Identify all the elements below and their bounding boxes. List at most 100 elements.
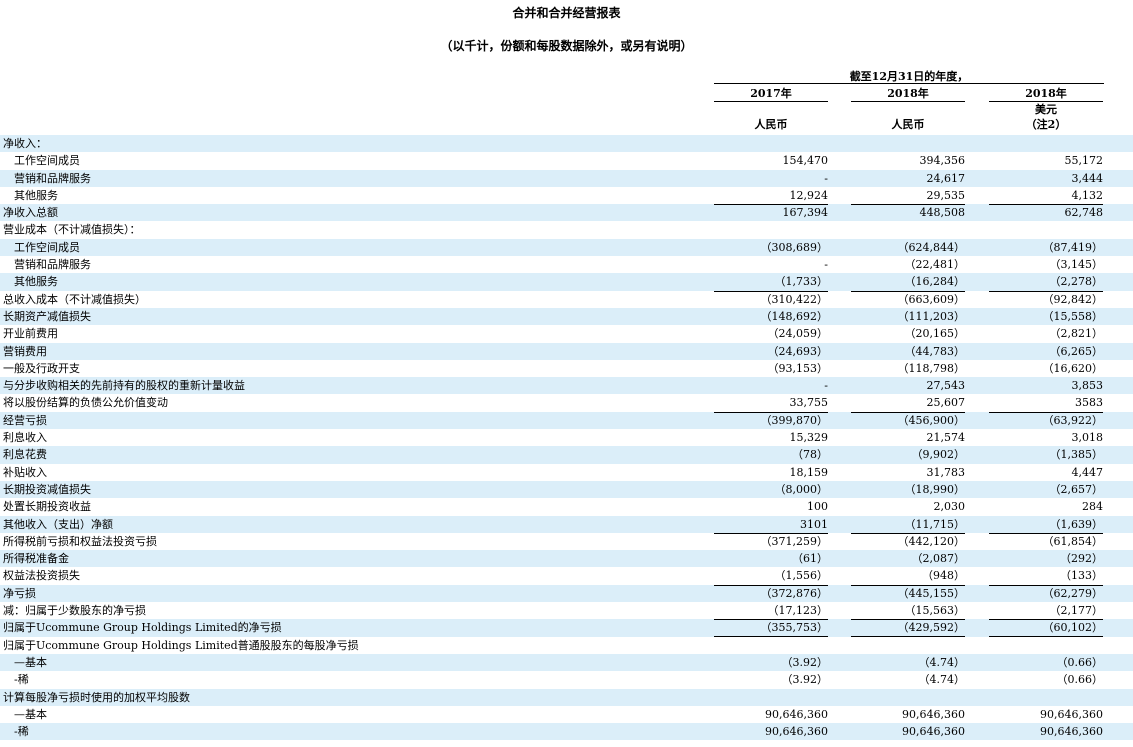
subtotal-rule: [851, 411, 965, 413]
table-row: —基本 （3.92） （4.74） （0.66）: [0, 653, 1133, 672]
row-value: 394,356: [919, 154, 966, 168]
row-value: （3,145）: [1049, 258, 1104, 272]
table-row: 净亏损 （372,876） （445,155） （62,279）: [0, 584, 1133, 603]
row-value: 21,574: [926, 431, 966, 445]
row-label: 处置长期投资收益: [3, 500, 91, 514]
table-row: 其他服务 12,924 29,535 4,132: [0, 187, 1133, 204]
row-value: 18,159: [789, 465, 829, 479]
subtotal-rule: [989, 290, 1103, 292]
subtotal-rule: [714, 204, 828, 206]
row-label: 其他服务: [14, 188, 58, 202]
subtotal-rule: [851, 204, 965, 206]
table-row: 营销和品牌服务 - （22,481） （3,145）: [0, 256, 1133, 273]
row-value: 3,018: [1071, 431, 1104, 445]
row-value: （118,798）: [897, 361, 966, 375]
row-value: -: [824, 171, 828, 185]
row-label: 净亏损: [3, 586, 36, 600]
row-value: 100: [807, 500, 828, 514]
row-value: （445,155）: [897, 586, 966, 600]
row-label: 一般及行政开支: [3, 361, 80, 375]
subtotal-rule: [851, 584, 965, 586]
row-value: （2,657）: [1049, 482, 1104, 496]
row-value: （0.66）: [1056, 655, 1104, 669]
row-value: 55,172: [1064, 154, 1104, 168]
row-label: 工作空间成员: [14, 240, 80, 254]
row-value: （1,733）: [774, 275, 829, 289]
table-row: 营销和品牌服务 - 24,617 3,444: [0, 169, 1133, 187]
row-value: 25,607: [926, 396, 966, 410]
row-label: 净收入：: [3, 137, 47, 150]
column-sub: 美元: [1035, 103, 1057, 116]
table-row: 处置长期投资收益 100 2,030 284: [0, 498, 1133, 515]
row-value: （442,120）: [897, 534, 966, 548]
row-value: 167,394: [782, 206, 829, 220]
table-row: 归属于Ucommune Group Holdings Limited普通股股东的…: [0, 637, 1133, 654]
statement-table: 净收入： 工作空间成员 154,470 394,356 55,172 营销和品牌服务 - 24…: [0, 135, 1133, 741]
row-label: 营业成本（不计减值损失）：: [3, 223, 141, 237]
table-row: 其他收入（支出）净额 3101 （11,715） （1,639）: [0, 515, 1133, 533]
period-underline: [714, 83, 1104, 84]
row-value: 90,646,360: [1040, 725, 1103, 739]
table-row: 补贴收入 18,159 31,783 4,447: [0, 464, 1133, 481]
subtotal-rule: [714, 411, 828, 413]
row-label: 其他服务: [14, 275, 58, 289]
row-value: （24,693）: [767, 344, 829, 358]
table-row: 营销费用 （24,693） （44,783） （6,265）: [0, 342, 1133, 360]
row-label: 与分步收购相关的先前持有的股权的重新计量收益: [3, 379, 245, 393]
row-label: 开业前费用: [3, 327, 58, 341]
column-currency: （注2）: [1025, 118, 1067, 131]
subtotal-rule: [989, 619, 1103, 621]
row-value: （62,279）: [1042, 586, 1104, 600]
row-value: （2,821）: [1049, 327, 1104, 341]
row-value: 3,444: [1071, 171, 1104, 185]
subtotal-rule: [851, 532, 965, 534]
row-value: （1,385）: [1049, 448, 1104, 462]
table-row: 开业前费用 （24,059） （20,165） （2,821）: [0, 325, 1133, 342]
row-value: （3.92）: [781, 655, 829, 669]
row-value: 27,543: [926, 379, 966, 393]
row-label: —基本: [14, 707, 47, 721]
row-value: （6,265）: [1049, 344, 1104, 358]
row-value: （22,481）: [904, 258, 966, 272]
row-value: 3101: [800, 517, 828, 531]
row-value: （8,000）: [774, 482, 829, 496]
row-label: 计算每股净亏损时使用的加权平均股数: [3, 690, 190, 704]
subtotal-rule: [851, 290, 965, 292]
table-row: 将以股份结算的负债公允价值变动 33,755 25,607 3583: [0, 394, 1133, 411]
row-value: （4.74）: [918, 673, 966, 687]
statement-subtitle: （以千计，份额和每股数据除外，或另有说明）: [440, 39, 693, 53]
row-value: （44,783）: [904, 344, 966, 358]
column-year: 2017年: [714, 86, 828, 102]
table-row: 权益法投资损失 （1,556） （948） （133）: [0, 567, 1133, 584]
table-row: 净收入：: [0, 135, 1133, 153]
table-row: -稀 90,646,360 90,646,360 90,646,360: [0, 723, 1133, 741]
subtotal-rule: [989, 584, 1103, 586]
row-value: （16,620）: [1042, 361, 1104, 375]
column-header-2017: 2017年 人民币: [714, 86, 828, 132]
row-value: 3583: [1075, 396, 1103, 410]
row-value: （16,284）: [904, 275, 966, 289]
row-value: （61）: [792, 552, 828, 566]
row-value: （456,900）: [897, 413, 966, 427]
row-value: （371,259）: [760, 534, 829, 548]
row-value: 90,646,360: [765, 725, 828, 739]
subtotal-rule: [851, 619, 965, 621]
row-label: 利息收入: [3, 431, 47, 445]
row-value: 29,535: [926, 188, 966, 202]
row-value: （399,870）: [760, 413, 829, 427]
table-row: 所得税前亏损和权益法投资亏损 （371,259） （442,120） （61,854）: [0, 532, 1133, 550]
row-label: 其他收入（支出）净额: [3, 517, 113, 531]
row-value: （948）: [922, 569, 965, 583]
subtotal-rule: [714, 619, 828, 621]
row-value: （372,876）: [760, 586, 829, 600]
column-year: 2018年: [851, 86, 965, 102]
column-header-2018-rmb: 2018年 人民币: [851, 86, 965, 132]
column-currency: 人民币: [891, 118, 925, 131]
table-row: 所得税准备金 （61） （2,087） （292）: [0, 550, 1133, 568]
row-value: （20,165）: [904, 327, 966, 341]
table-row: —基本 90,646,360 90,646,360 90,646,360: [0, 706, 1133, 723]
row-label: 总收入成本（不计减值损失）: [3, 292, 146, 306]
table-row: 计算每股净亏损时使用的加权平均股数: [0, 688, 1133, 706]
row-value: （18,990）: [904, 482, 966, 496]
row-value: 90,646,360: [765, 707, 828, 721]
